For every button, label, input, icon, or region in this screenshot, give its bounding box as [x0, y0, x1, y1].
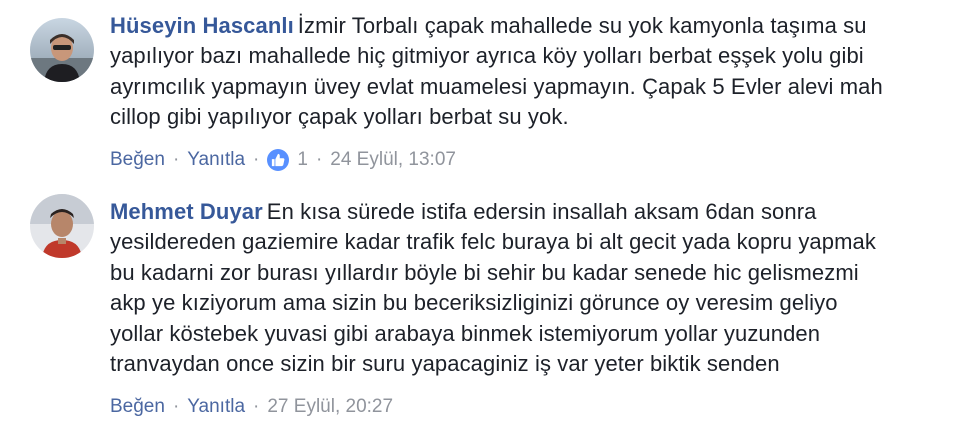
comment-line: yollar köstebek yuvasi gibi arabaya binm…: [110, 320, 821, 346]
comment-actions: Beğen · Yanıtla · 1 · 24 Eylül, 13:07: [110, 149, 456, 171]
thumbs-up-icon[interactable]: [267, 149, 290, 171]
comment-author[interactable]: Mehmet Duyar: [110, 199, 263, 224]
comment-line: yesildereden gaziemire kadar trafik felc…: [110, 229, 876, 255]
timestamp[interactable]: 24 Eylül, 13:07: [330, 149, 456, 171]
like-link[interactable]: Beğen: [110, 396, 165, 418]
comment-line: tranvaydan once sizin bir suru yapacagin…: [110, 351, 780, 377]
comment-actions: Beğen · Yanıtla · 27 Eylül, 20:27: [110, 396, 393, 418]
avatar[interactable]: [30, 18, 94, 82]
timestamp[interactable]: 27 Eylül, 20:27: [267, 396, 393, 418]
avatar-image: [30, 18, 94, 82]
comment-author[interactable]: Hüseyin Hascanlı: [110, 13, 294, 38]
reply-link[interactable]: Yanıtla: [187, 396, 245, 418]
comment-text: Mehmet Duyar En kısa sürede istifa edersi…: [110, 197, 964, 379]
comment-line: En kısa sürede istifa edersin insallah a…: [266, 199, 817, 224]
separator: ·: [253, 149, 260, 170]
comment-line: yapılıyor bazı mahallede hiç gitmiyor ay…: [110, 43, 864, 69]
like-link[interactable]: Beğen: [110, 149, 165, 171]
separator: ·: [315, 149, 323, 170]
comment-text: Hüseyin Hascanlı İzmir Torbalı çapak maha…: [110, 11, 964, 133]
comment-line: bu kadarni zor burası yıllardır böyle bi…: [110, 259, 859, 285]
comment-line: ayrımcılık yapmayın üvey evlat muamelesi…: [110, 73, 883, 99]
comment-line: akp ye kıziyorum ama sizin bu beceriksiz…: [110, 290, 838, 316]
comment-line: cillop gibi yapılıyor çapak yolları berb…: [110, 104, 569, 130]
reply-link[interactable]: Yanıtla: [187, 149, 245, 171]
avatar-image: [30, 194, 94, 258]
separator: ·: [172, 396, 180, 417]
reaction-count[interactable]: 1: [297, 149, 308, 171]
separator: ·: [172, 149, 180, 170]
avatar[interactable]: [30, 194, 94, 258]
comment-line: İzmir Torbalı çapak mahallede su yok kam…: [297, 13, 867, 38]
separator: ·: [253, 396, 260, 417]
